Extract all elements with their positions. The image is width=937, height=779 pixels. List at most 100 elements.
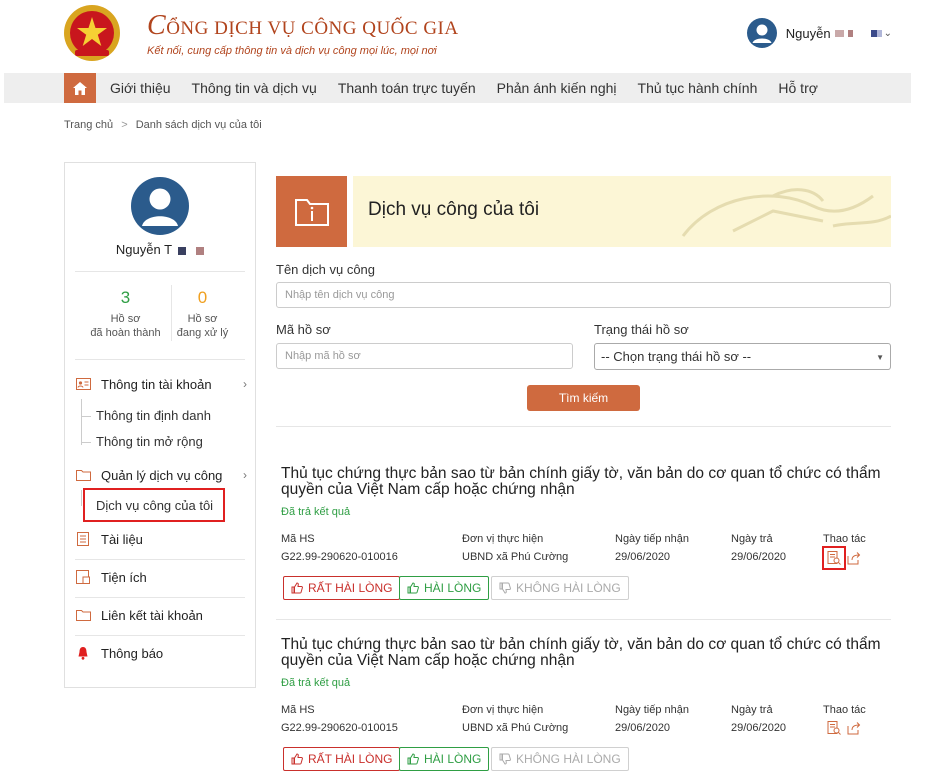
column-header-code: Mã HS xyxy=(281,533,315,545)
menu-notifications[interactable]: Thông báo xyxy=(75,645,247,661)
menu-label: Tiện ích xyxy=(101,569,147,585)
record-title[interactable]: Thủ tục chứng thực bản sao từ bản chính … xyxy=(281,466,891,498)
menu-account-info[interactable]: Thông tin tài khoản › xyxy=(75,376,247,392)
menu-linked-accounts[interactable]: Liên kết tài khoản xyxy=(75,607,247,623)
record-received-date: 29/06/2020 xyxy=(615,551,671,563)
submenu-extended-info[interactable]: Thông tin mở rộng xyxy=(96,434,203,449)
profile-avatar-icon xyxy=(131,177,189,235)
utilities-icon xyxy=(75,569,91,585)
main-nav: Giới thiệu Thông tin và dịch vụ Thanh to… xyxy=(4,73,911,103)
breadcrumb-separator: > xyxy=(121,119,128,131)
stat-processing[interactable]: 0 Hồ sơ đang xử lý xyxy=(160,288,245,340)
site-title: CỔNG DỊCH VỤ CÔNG QUỐC GIA xyxy=(147,10,459,41)
menu-label: Thông tin tài khoản xyxy=(101,376,212,392)
menu-utilities[interactable]: Tiện ích xyxy=(75,569,247,585)
record-title[interactable]: Thủ tục chứng thực bản sao từ bản chính … xyxy=(281,637,891,669)
menu-service-management[interactable]: Quản lý dịch vụ công › xyxy=(75,467,247,483)
stat-value: 3 xyxy=(120,288,131,307)
highlight-box xyxy=(83,488,225,522)
sidebar: Nguyễn T 3 Hồ sơ đã hoàn thành 0 Hồ sơ đan… xyxy=(64,162,256,688)
thumbs-up-icon xyxy=(407,582,419,594)
folder-info-icon xyxy=(294,198,329,226)
menu-label: Quản lý dịch vụ công xyxy=(101,467,223,483)
national-emblem-logo[interactable] xyxy=(63,4,121,62)
service-name-label: Tên dịch vụ công xyxy=(276,262,376,277)
folder-icon xyxy=(75,607,91,623)
rate-very-satisfied-button[interactable]: RẤT HÀI LÒNG xyxy=(283,576,401,600)
column-header-actions: Thao tác xyxy=(823,704,866,716)
record-code: G22.99-290620-010016 xyxy=(281,551,398,563)
stat-completed[interactable]: 3 Hồ sơ đã hoàn thành xyxy=(83,288,168,340)
share-icon[interactable] xyxy=(847,551,861,565)
tree-line xyxy=(81,442,91,443)
rate-unsatisfied-button[interactable]: KHÔNG HÀI LÒNG xyxy=(491,747,629,771)
menu-label: Thông báo xyxy=(101,645,164,661)
record-status: Đã trả kết quả xyxy=(281,677,351,689)
site-header: CỔNG DỊCH VỤ CÔNG QUỐC GIA Kết nối, cung… xyxy=(0,0,937,72)
site-subtitle: Kết nối, cung cấp thông tin và dịch vụ c… xyxy=(147,45,437,57)
service-name-input[interactable]: Nhập tên dịch vụ công xyxy=(276,282,891,308)
column-header-unit: Đơn vị thực hiện xyxy=(462,704,544,716)
home-button[interactable] xyxy=(64,73,96,103)
tree-line xyxy=(81,399,82,445)
breadcrumb: Trang chủ > Danh sách dịch vụ của tôi xyxy=(64,119,262,131)
submenu-identity-info[interactable]: Thông tin định danh xyxy=(96,408,211,423)
divider xyxy=(75,635,245,636)
nav-item-procedures[interactable]: Thủ tục hành chính xyxy=(638,80,758,96)
redacted-block xyxy=(834,29,844,37)
user-avatar-icon xyxy=(746,18,777,48)
thumbs-up-icon xyxy=(291,753,303,765)
record-unit: UBND xã Phú Cường xyxy=(462,551,569,563)
rate-very-satisfied-button[interactable]: RẤT HÀI LÒNG xyxy=(283,747,401,771)
status-select[interactable]: -- Chọn trạng thái hồ sơ -- ▼ xyxy=(594,343,891,370)
nav-item-info-services[interactable]: Thông tin và dịch vụ xyxy=(192,80,317,96)
rate-satisfied-button[interactable]: HÀI LÒNG xyxy=(399,747,490,771)
divider xyxy=(276,619,891,620)
page-banner: Dịch vụ công của tôi xyxy=(353,176,891,247)
nav-item-about[interactable]: Giới thiệu xyxy=(110,80,171,96)
flag-icon xyxy=(876,29,882,37)
breadcrumb-current: Danh sách dịch vụ của tôi xyxy=(135,119,262,131)
view-document-icon[interactable] xyxy=(827,551,841,565)
breadcrumb-home[interactable]: Trang chủ xyxy=(64,119,113,131)
rate-unsatisfied-button[interactable]: KHÔNG HÀI LÒNG xyxy=(491,576,629,600)
caret-down-icon: ▼ xyxy=(876,353,884,362)
thumbs-up-icon xyxy=(291,582,303,594)
menu-documents[interactable]: Tài liệu xyxy=(75,531,247,547)
column-header-code: Mã HS xyxy=(281,704,315,716)
divider xyxy=(75,359,245,360)
menu-label: Tài liệu xyxy=(101,531,143,547)
brand[interactable]: CỔNG DỊCH VỤ CÔNG QUỐC GIA Kết nối, cung… xyxy=(147,10,459,57)
nav-item-online-payment[interactable]: Thanh toán trực tuyến xyxy=(338,80,476,96)
view-document-icon[interactable] xyxy=(827,721,841,735)
column-header-returned: Ngày trả xyxy=(731,704,773,716)
search-button[interactable]: Tìm kiếm xyxy=(527,385,640,411)
user-menu[interactable]: Nguyễn ⌄ xyxy=(746,18,892,48)
record-returned-date: 29/06/2020 xyxy=(731,551,787,563)
document-icon xyxy=(75,531,91,547)
record-status: Đã trả kết quả xyxy=(281,506,351,518)
column-header-unit: Đơn vị thực hiện xyxy=(462,533,544,545)
thumbs-down-icon xyxy=(499,582,511,594)
bell-icon xyxy=(75,645,91,661)
record-received-date: 29/06/2020 xyxy=(615,722,671,734)
stat-label: Hồ sơ đã hoàn thành xyxy=(90,313,161,339)
share-icon[interactable] xyxy=(847,721,861,735)
redacted-block xyxy=(178,246,187,255)
menu-label: Liên kết tài khoản xyxy=(101,607,203,623)
record-code-input[interactable]: Nhập mã hồ sơ xyxy=(276,343,573,369)
nav-item-support[interactable]: Hỗ trợ xyxy=(778,80,818,96)
folder-icon xyxy=(75,467,91,483)
rate-satisfied-button[interactable]: HÀI LÒNG xyxy=(399,576,490,600)
nav-item-feedback[interactable]: Phản ánh kiến nghị xyxy=(497,80,617,96)
record-returned-date: 29/06/2020 xyxy=(731,722,787,734)
thumbs-down-icon xyxy=(499,753,511,765)
divider xyxy=(75,271,245,272)
column-header-actions: Thao tác xyxy=(823,533,866,545)
tree-line xyxy=(81,416,91,417)
status-select-value: -- Chọn trạng thái hồ sơ -- xyxy=(601,349,752,364)
id-card-icon xyxy=(75,376,91,392)
language-switcher[interactable]: ⌄ xyxy=(867,28,892,39)
home-icon xyxy=(73,81,87,95)
stat-value: 0 xyxy=(197,288,208,307)
